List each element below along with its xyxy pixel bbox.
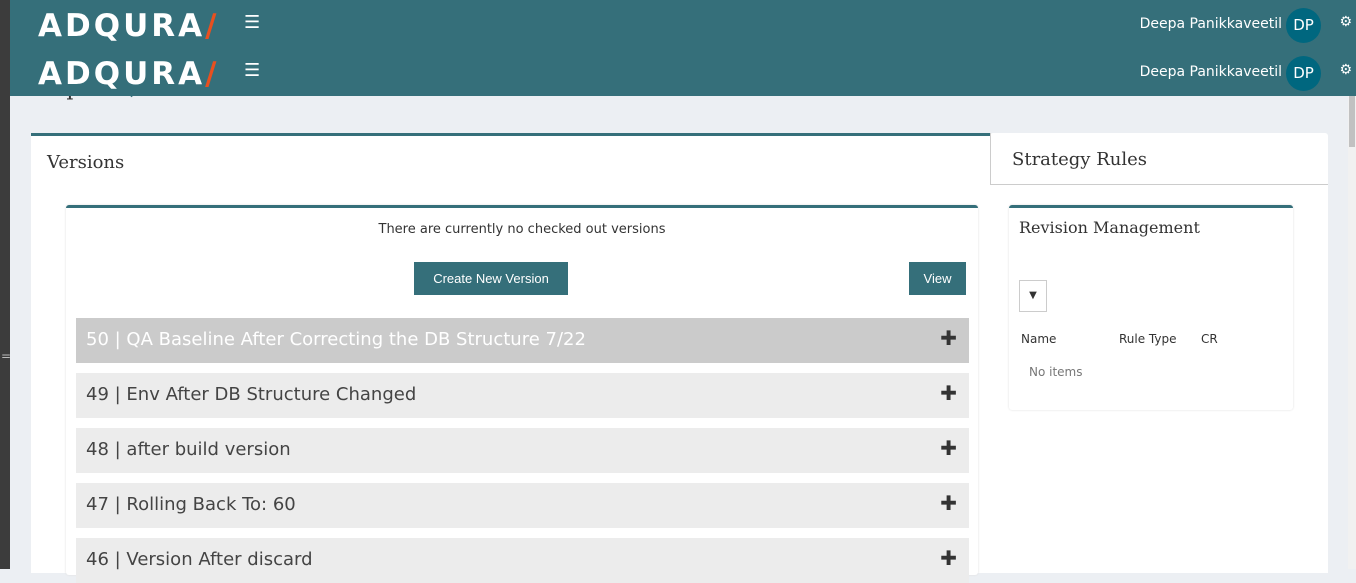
expand-plus-icon[interactable]: ✚ bbox=[940, 326, 957, 350]
expand-plus-icon[interactable]: ✚ bbox=[940, 491, 957, 515]
avatar[interactable]: DP bbox=[1286, 56, 1321, 91]
hamburger-menu-icon[interactable]: ☰ bbox=[244, 60, 260, 81]
user-name[interactable]: Deepa Panikkaveetil bbox=[1140, 16, 1282, 32]
expand-plus-icon[interactable]: ✚ bbox=[940, 546, 957, 570]
create-new-version-button[interactable]: Create New Version bbox=[414, 262, 568, 295]
hamburger-menu-icon[interactable]: ☰ bbox=[244, 12, 260, 33]
top-header: ADQURA/ ☰ Deepa Panikkaveetil DP ⚙ ADQUR… bbox=[10, 0, 1356, 96]
header-row-duplicate: ADQURA/ ☰ Deepa Panikkaveetil DP ⚙ bbox=[10, 48, 1356, 96]
tab-strategy-rules[interactable]: Strategy Rules bbox=[990, 133, 1328, 185]
column-header-cr[interactable]: CR bbox=[1201, 332, 1218, 346]
no-checkout-message: There are currently no checked out versi… bbox=[378, 222, 666, 237]
logo[interactable]: ADQURA/ bbox=[38, 56, 219, 92]
settings-gears-icon[interactable]: ⚙ bbox=[1339, 62, 1352, 78]
version-row[interactable]: 50 | QA Baseline After Correcting the DB… bbox=[76, 318, 969, 363]
version-label: 46 | Version After discard bbox=[86, 549, 313, 570]
version-row[interactable]: 46 | Version After discard ✚ bbox=[76, 538, 969, 583]
view-button[interactable]: View bbox=[909, 262, 966, 295]
tab-versions[interactable]: Versions bbox=[47, 152, 124, 173]
dropdown-arrow-icon: ▼ bbox=[1029, 290, 1037, 301]
drag-handle-icon[interactable]: = bbox=[1, 349, 11, 363]
column-header-name[interactable]: Name bbox=[1021, 332, 1056, 346]
version-label: 48 | after build version bbox=[86, 439, 291, 460]
version-label: 50 | QA Baseline After Correcting the DB… bbox=[86, 329, 586, 350]
version-row[interactable]: 47 | Rolling Back To: 60 ✚ bbox=[76, 483, 969, 528]
expand-plus-icon[interactable]: ✚ bbox=[940, 436, 957, 460]
column-header-rule-type[interactable]: Rule Type bbox=[1119, 332, 1177, 346]
settings-gears-icon[interactable]: ⚙ bbox=[1339, 14, 1352, 30]
header-row: ADQURA/ ☰ Deepa Panikkaveetil DP ⚙ bbox=[10, 0, 1356, 48]
version-row[interactable]: 48 | after build version ✚ bbox=[76, 428, 969, 473]
version-label: 49 | Env After DB Structure Changed bbox=[86, 384, 417, 405]
avatar[interactable]: DP bbox=[1286, 8, 1321, 43]
user-name[interactable]: Deepa Panikkaveetil bbox=[1140, 64, 1282, 80]
version-row[interactable]: 49 | Env After DB Structure Changed ✚ bbox=[76, 373, 969, 418]
revision-dropdown[interactable]: ▼ bbox=[1019, 280, 1047, 312]
left-collapse-strip[interactable]: = bbox=[0, 0, 11, 569]
expand-plus-icon[interactable]: ✚ bbox=[940, 381, 957, 405]
versions-card: There are currently no checked out versi… bbox=[66, 205, 978, 583]
version-label: 47 | Rolling Back To: 60 bbox=[86, 494, 296, 515]
empty-message: No items bbox=[1029, 365, 1083, 379]
revision-management-card: Revision Management ▼ Name Rule Type CR … bbox=[1009, 205, 1293, 410]
card-title: Revision Management bbox=[1019, 218, 1200, 237]
logo[interactable]: ADQURA/ bbox=[38, 8, 219, 44]
